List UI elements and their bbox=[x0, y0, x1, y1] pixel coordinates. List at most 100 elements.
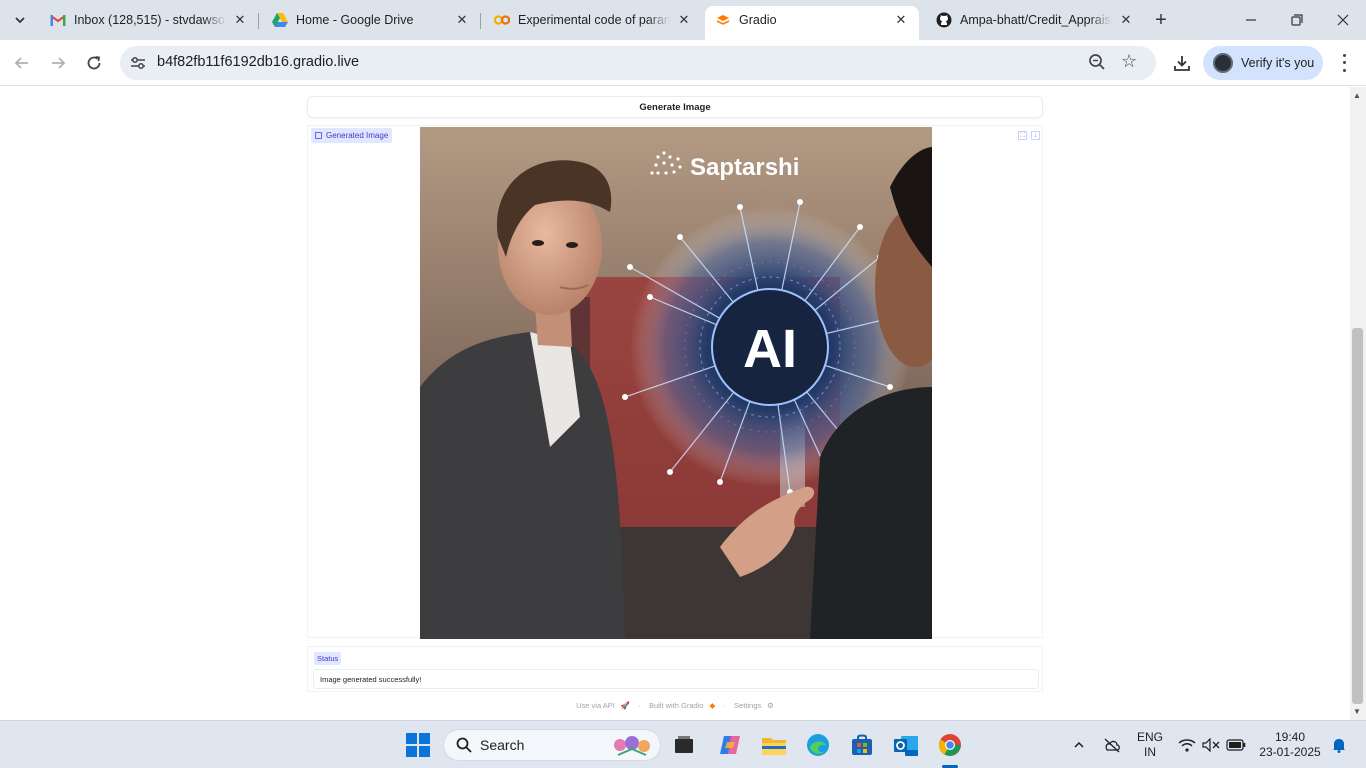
scroll-up-icon[interactable]: ▲ bbox=[1353, 91, 1361, 100]
minimize-button[interactable] bbox=[1228, 0, 1274, 40]
taskbar-store[interactable] bbox=[848, 731, 876, 759]
generated-image-label-text: Generated Image bbox=[326, 131, 389, 140]
battery-charging-icon bbox=[1226, 739, 1246, 751]
downloads-button[interactable] bbox=[1168, 49, 1196, 77]
window-close-button[interactable] bbox=[1320, 0, 1366, 40]
tab-github[interactable]: Ampa-bhatt/Credit_Appraisal ✕ bbox=[926, 6, 1144, 34]
chrome-icon bbox=[939, 734, 961, 756]
tab-google-drive[interactable]: Home - Google Drive ✕ bbox=[262, 6, 480, 34]
browser-toolbar: b4f82fb11f6192db16.gradio.live ☆ Verify … bbox=[0, 40, 1366, 86]
taskbar-outlook[interactable] bbox=[892, 731, 920, 759]
taskbar-copilot[interactable] bbox=[716, 731, 744, 759]
browser-menu-button[interactable] bbox=[1334, 52, 1354, 74]
fullscreen-icon[interactable]: ⛶ bbox=[1018, 131, 1027, 140]
cloud-offline-icon bbox=[1104, 738, 1120, 753]
footer-separator: · bbox=[638, 701, 641, 710]
tab-title: Ampa-bhatt/Credit_Appraisal bbox=[960, 13, 1112, 27]
close-icon[interactable]: ✕ bbox=[454, 12, 470, 28]
search-icon bbox=[456, 737, 472, 753]
gradio-logo-icon: ◆ bbox=[709, 701, 716, 710]
generated-image-panel: Generated Image ⛶ ↓ AI Saptarshi bbox=[307, 125, 1043, 639]
close-icon[interactable]: ✕ bbox=[232, 12, 248, 28]
zoom-icon[interactable] bbox=[1088, 53, 1108, 73]
tab-gmail[interactable]: Inbox (128,515) - stvdawson ✕ bbox=[40, 6, 258, 34]
tab-colab[interactable]: Experimental code of param ✕ bbox=[484, 6, 702, 34]
status-textbox[interactable]: Image generated successfully! bbox=[313, 669, 1039, 689]
image-toolbar: ⛶ ↓ bbox=[1018, 131, 1040, 140]
show-hidden-icons-button[interactable] bbox=[1068, 721, 1090, 768]
close-icon bbox=[1337, 14, 1349, 26]
back-button[interactable] bbox=[8, 49, 36, 77]
tab-title: Home - Google Drive bbox=[296, 13, 414, 27]
volume-status[interactable] bbox=[1200, 721, 1222, 768]
forward-button[interactable] bbox=[44, 49, 72, 77]
restore-button[interactable] bbox=[1274, 0, 1320, 40]
verify-label: Verify it's you bbox=[1241, 56, 1315, 70]
generated-image: AI Saptarshi bbox=[420, 127, 932, 639]
taskbar-search[interactable]: Search bbox=[443, 729, 661, 761]
arrow-right-icon bbox=[52, 57, 66, 69]
address-bar[interactable]: b4f82fb11f6192db16.gradio.live ☆ bbox=[120, 46, 1156, 80]
copilot-icon bbox=[720, 736, 740, 754]
download-icon[interactable]: ↓ bbox=[1031, 131, 1040, 140]
settings-link[interactable]: Settings bbox=[734, 701, 761, 710]
store-icon bbox=[852, 734, 872, 755]
windows-logo-icon bbox=[406, 733, 430, 757]
region-text: IN bbox=[1144, 745, 1156, 759]
language-indicator[interactable]: ENG IN bbox=[1133, 721, 1167, 768]
colab-icon bbox=[494, 12, 510, 28]
generate-image-button[interactable]: Generate Image bbox=[307, 96, 1043, 118]
built-with-gradio-link[interactable]: Built with Gradio bbox=[649, 701, 704, 710]
edge-icon bbox=[807, 734, 829, 756]
restore-icon bbox=[1291, 14, 1303, 26]
scrollbar-thumb[interactable] bbox=[1352, 328, 1363, 704]
bell-icon bbox=[1333, 739, 1345, 753]
scroll-down-icon[interactable]: ▼ bbox=[1353, 707, 1361, 716]
tab-search-button[interactable] bbox=[8, 8, 32, 32]
volume-muted-icon bbox=[1202, 738, 1220, 752]
arrow-left-icon bbox=[14, 57, 28, 69]
generated-image-label: Generated Image bbox=[311, 128, 393, 143]
google-drive-icon bbox=[272, 12, 288, 28]
rocket-icon: 🚀 bbox=[620, 701, 631, 710]
gmail-icon bbox=[50, 12, 66, 28]
clock[interactable]: 19:40 23-01-2025 bbox=[1254, 721, 1326, 768]
more-vert-icon bbox=[1342, 54, 1346, 58]
task-view-icon bbox=[675, 736, 693, 753]
start-button[interactable] bbox=[404, 731, 432, 759]
reload-icon bbox=[87, 56, 101, 70]
taskbar-task-view[interactable] bbox=[670, 731, 698, 759]
language-text: ENG bbox=[1136, 730, 1163, 744]
page-scrollbar[interactable]: ▲ ▼ bbox=[1350, 87, 1366, 720]
onedrive-status[interactable] bbox=[1100, 721, 1124, 768]
taskbar-chrome[interactable] bbox=[936, 731, 964, 759]
wifi-icon bbox=[1178, 739, 1196, 752]
folder-icon bbox=[762, 738, 786, 755]
battery-status[interactable] bbox=[1224, 721, 1248, 768]
clock-time: 19:40 bbox=[1274, 730, 1306, 744]
plus-icon: + bbox=[1155, 8, 1167, 31]
tab-gradio[interactable]: Gradio ✕ bbox=[705, 6, 919, 40]
wifi-status[interactable] bbox=[1176, 721, 1198, 768]
image-brand-text: Saptarshi bbox=[690, 154, 799, 181]
close-icon[interactable]: ✕ bbox=[893, 12, 909, 28]
status-label: Status bbox=[314, 652, 342, 665]
url-text[interactable]: b4f82fb11f6192db16.gradio.live bbox=[157, 54, 359, 70]
close-icon[interactable]: ✕ bbox=[676, 12, 692, 28]
notifications-button[interactable] bbox=[1328, 721, 1350, 768]
site-info-icon[interactable] bbox=[128, 53, 148, 73]
use-via-api-link[interactable]: Use via API bbox=[576, 701, 615, 710]
tab-separator bbox=[258, 13, 259, 29]
outlook-icon bbox=[894, 736, 918, 756]
close-icon[interactable]: ✕ bbox=[1118, 12, 1134, 28]
windows-taskbar: Search ENG IN 19:40 23-01-2025 bbox=[0, 720, 1366, 768]
reload-button[interactable] bbox=[80, 49, 108, 77]
taskbar-edge[interactable] bbox=[804, 731, 832, 759]
tab-title: Inbox (128,515) - stvdawson bbox=[74, 13, 226, 27]
taskbar-search-label: Search bbox=[480, 737, 525, 753]
bookmark-star-icon[interactable]: ☆ bbox=[1121, 51, 1137, 72]
taskbar-file-explorer[interactable] bbox=[760, 731, 788, 759]
verify-identity-button[interactable]: Verify it's you bbox=[1203, 46, 1323, 80]
generated-image-illustration: AI Saptarshi bbox=[420, 127, 932, 639]
new-tab-button[interactable]: + bbox=[1150, 9, 1172, 31]
